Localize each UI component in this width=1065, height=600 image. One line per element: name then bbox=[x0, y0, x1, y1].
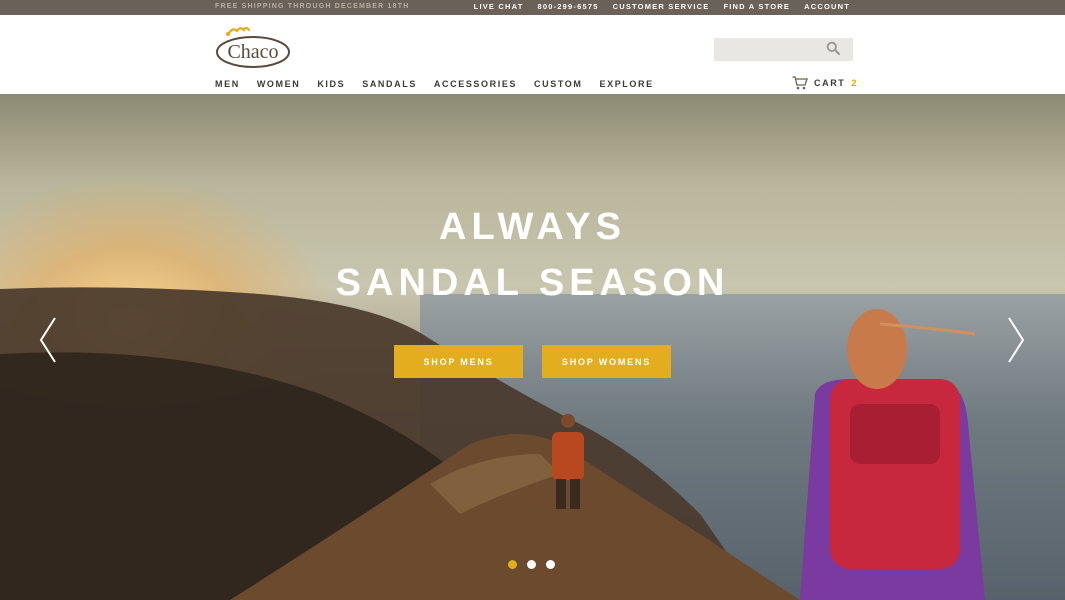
slide-indicators bbox=[508, 560, 555, 569]
hiker-foreground-figure bbox=[800, 309, 985, 600]
shop-mens-button[interactable]: SHOP MENS bbox=[394, 345, 523, 378]
live-chat-link[interactable]: LIVE CHAT bbox=[474, 2, 524, 11]
shop-womens-button[interactable]: SHOP WOMENS bbox=[542, 345, 671, 378]
logo-wordmark: Chaco bbox=[227, 41, 278, 63]
find-a-store-link[interactable]: FIND A STORE bbox=[723, 2, 790, 11]
customer-service-link[interactable]: CUSTOMER SERVICE bbox=[613, 2, 710, 11]
slide-dot-1[interactable] bbox=[508, 560, 517, 569]
utility-links: LIVE CHAT 800-299-6575 CUSTOMER SERVICE … bbox=[474, 2, 850, 11]
phone-link[interactable]: 800-299-6575 bbox=[537, 2, 598, 11]
nav-kids[interactable]: KIDS bbox=[317, 79, 345, 89]
nav-men[interactable]: MEN bbox=[215, 79, 240, 89]
nav-explore[interactable]: EXPLORE bbox=[599, 79, 653, 89]
promo-text: FREE SHIPPING THROUGH DECEMBER 18TH bbox=[215, 3, 410, 10]
hero-banner: ALWAYS SANDAL SEASON SHOP MENS SHOP WOME… bbox=[0, 94, 1065, 600]
cart-icon bbox=[792, 76, 808, 90]
hero-landscape bbox=[0, 287, 985, 600]
hero-headline-line2: SANDAL SEASON bbox=[335, 262, 730, 304]
chaco-logo[interactable]: Chaco bbox=[215, 21, 291, 69]
nav-sandals[interactable]: SANDALS bbox=[362, 79, 417, 89]
cart-count: 2 bbox=[851, 78, 857, 88]
slide-dot-3[interactable] bbox=[546, 560, 555, 569]
top-utility-bar: FREE SHIPPING THROUGH DECEMBER 18TH LIVE… bbox=[0, 0, 1065, 15]
nav-accessories[interactable]: ACCESSORIES bbox=[434, 79, 517, 89]
nav-women[interactable]: WOMEN bbox=[257, 79, 301, 89]
hero-headline-line1: ALWAYS bbox=[439, 206, 626, 248]
main-nav: MEN WOMEN KIDS SANDALS ACCESSORIES CUSTO… bbox=[215, 79, 671, 89]
nav-custom[interactable]: CUSTOM bbox=[534, 79, 582, 89]
search-icon[interactable] bbox=[826, 41, 840, 55]
slide-dot-2[interactable] bbox=[527, 560, 536, 569]
next-slide-arrow-icon[interactable] bbox=[1006, 316, 1026, 364]
cart-link[interactable]: CART 2 bbox=[792, 76, 856, 90]
site-header: Chaco MEN WOMEN KIDS SANDALS ACCESSORIES… bbox=[0, 15, 1065, 94]
previous-slide-arrow-icon[interactable] bbox=[38, 316, 58, 364]
cart-label: CART bbox=[814, 78, 846, 88]
account-link[interactable]: ACCOUNT bbox=[804, 2, 850, 11]
